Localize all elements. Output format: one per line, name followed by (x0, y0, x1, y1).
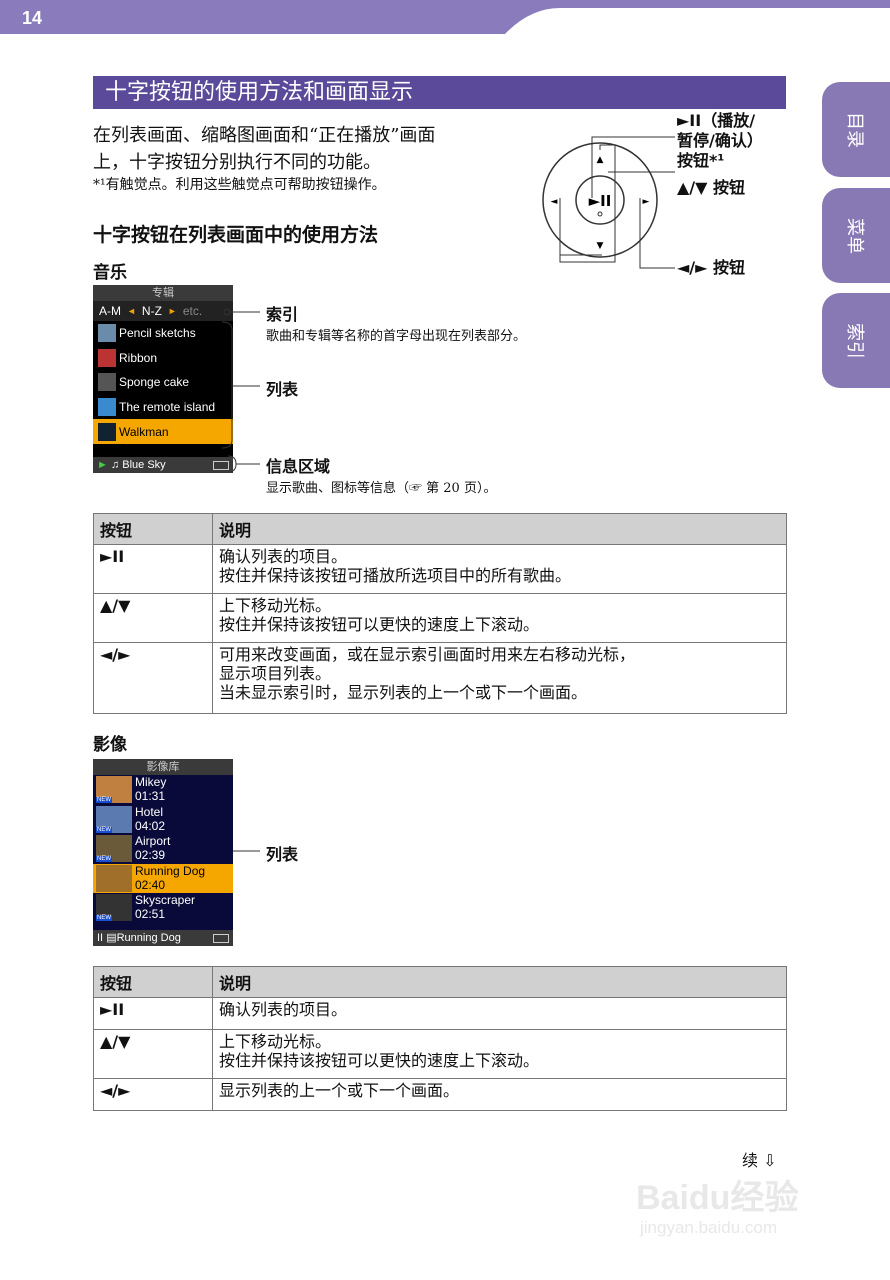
film-icon: ▤ (106, 932, 117, 944)
table-row: ◄/► 可用来改变画面，或在显示索引画面时用来左右移动光标， 显示项目列表。 当未显… (93, 642, 787, 714)
left-arrow-icon: ◄ (127, 306, 136, 316)
svg-text:►: ► (643, 197, 650, 207)
list-item[interactable]: The remote island (93, 395, 233, 420)
list-item[interactable]: Pencil sketchs (93, 321, 233, 346)
svg-text:▲: ▲ (597, 155, 604, 165)
top-banner (0, 0, 890, 34)
svg-text:▼: ▼ (597, 241, 604, 251)
table-row: ▲/▼ 上下移动光标。 按住并保持该按钮可以更快的速度上下滚动。 (93, 593, 787, 643)
continued-label[interactable]: 续 ⇩ (742, 1147, 777, 1171)
video-thumbnail: NEW (96, 835, 132, 863)
list-usage-heading: 十字按钮在列表画面中的使用方法 (93, 224, 379, 246)
music-button-table: 按钮 说明 ►II 确认列表的项目。 按住并保持该按钮可播放所选项目中的所有歌曲。 … (93, 513, 787, 714)
music-heading: 音乐 (93, 263, 127, 283)
play-button-label: ►II（播放/ 暂停/确认） 按钮*¹ (677, 111, 763, 170)
screen-title: 影像库 (93, 759, 233, 775)
intro-line-2: 上，十字按钮分别执行不同的功能。 (93, 152, 381, 173)
col-desc: 说明 (212, 966, 787, 998)
leftright-button-label: ◄/► 按钮 (677, 258, 746, 277)
list-item[interactable]: NEW Skyscraper 02:51 (93, 893, 233, 923)
intro-text: 在列表画面、缩略图画面和“正在播放”画面 上，十字按钮分别执行不同的功能。 (93, 122, 543, 176)
video-thumbnail (96, 864, 132, 892)
table-row: ►II 确认列表的项目。 按住并保持该按钮可播放所选项目中的所有歌曲。 (93, 544, 787, 594)
battery-icon (213, 934, 229, 943)
list-item-selected[interactable]: Running Dog 02:40 (93, 863, 233, 894)
pause-icon: II (97, 932, 104, 944)
updown-button-label: ▲/▼ 按钮 (677, 178, 746, 197)
video-list-screen: 影像库 NEW Mikey 01:31 NEW Hotel 04:02 NEW Airpo… (93, 759, 233, 946)
index-etc[interactable]: etc. (183, 304, 202, 318)
list-item[interactable]: NEW Hotel 04:02 (93, 805, 233, 835)
play-icon: ► (97, 459, 108, 471)
list-item-selected[interactable]: Walkman (93, 419, 233, 444)
info-area: ► ♫ Blue Sky (93, 457, 233, 473)
album-art-icon (98, 348, 116, 367)
list-item[interactable]: Ribbon (93, 346, 233, 371)
index-a-m[interactable]: A-M (99, 304, 121, 318)
battery-icon (213, 461, 229, 470)
table-row: ▲/▼ 上下移动光标。 按住并保持该按钮可以更快的速度上下滚动。 (93, 1029, 787, 1079)
video-heading: 影像 (93, 735, 127, 755)
list-item[interactable]: NEW Mikey 01:31 (93, 775, 233, 805)
list-item[interactable]: Sponge cake (93, 370, 233, 395)
album-art-icon (98, 422, 116, 441)
col-desc: 说明 (212, 513, 787, 545)
svg-text:◄: ◄ (551, 197, 558, 207)
table-row: ►II 确认列表的项目。 (93, 997, 787, 1030)
index-callout-desc: 歌曲和专辑等名称的首字母出现在列表部分。 (266, 329, 527, 344)
page-number: 14 (22, 8, 43, 28)
screen-title: 专辑 (93, 285, 233, 301)
album-art-icon (98, 373, 116, 392)
index-bar[interactable]: A-M ◄ N-Z ► etc. (93, 301, 233, 321)
video-button-table: 按钮 说明 ►II 确认列表的项目。 ▲/▼ 上下移动光标。 按住并保持该按钮可以更… (93, 966, 787, 1111)
tab-menu[interactable]: 菜单 (822, 188, 890, 283)
index-n-z[interactable]: N-Z (142, 304, 162, 318)
intro-line-1: 在列表画面、缩略图画面和“正在播放”画面 (93, 125, 436, 146)
col-button: 按钮 (93, 966, 213, 998)
video-thumbnail: NEW (96, 805, 132, 833)
info-callout-desc: 显示歌曲、图标等信息（☞ 第 20 页）。 (266, 481, 497, 496)
list-callout-title: 列表 (266, 380, 299, 399)
table-row: ◄/► 显示列表的上一个或下一个画面。 (93, 1078, 787, 1111)
watermark-url: jingyan.baidu.com (640, 1218, 778, 1237)
tactile-note: *¹有触觉点。利用这些触觉点可帮助按钮操作。 (93, 177, 386, 193)
section-title: 十字按钮的使用方法和画面显示 (93, 76, 786, 109)
info-area: II ▤Running Dog (93, 930, 233, 946)
list-item[interactable]: NEW Airport 02:39 (93, 834, 233, 864)
index-callout-title: 索引 (266, 305, 299, 324)
video-thumbnail: NEW (96, 776, 132, 803)
music-list-screen: 专辑 A-M ◄ N-Z ► etc. Pencil sketchs Ribbo… (93, 285, 233, 473)
tab-contents[interactable]: 目录 (822, 82, 890, 177)
info-callout-title: 信息区域 (266, 457, 331, 476)
watermark-logo: Baidu经验 (636, 1179, 799, 1217)
album-art-icon (98, 324, 116, 343)
album-art-icon (98, 398, 116, 417)
right-arrow-icon: ► (167, 306, 177, 316)
video-thumbnail: NEW (96, 894, 132, 922)
col-button: 按钮 (93, 513, 213, 545)
tab-index[interactable]: 索引 (822, 293, 890, 388)
video-list-callout: 列表 (266, 845, 299, 864)
